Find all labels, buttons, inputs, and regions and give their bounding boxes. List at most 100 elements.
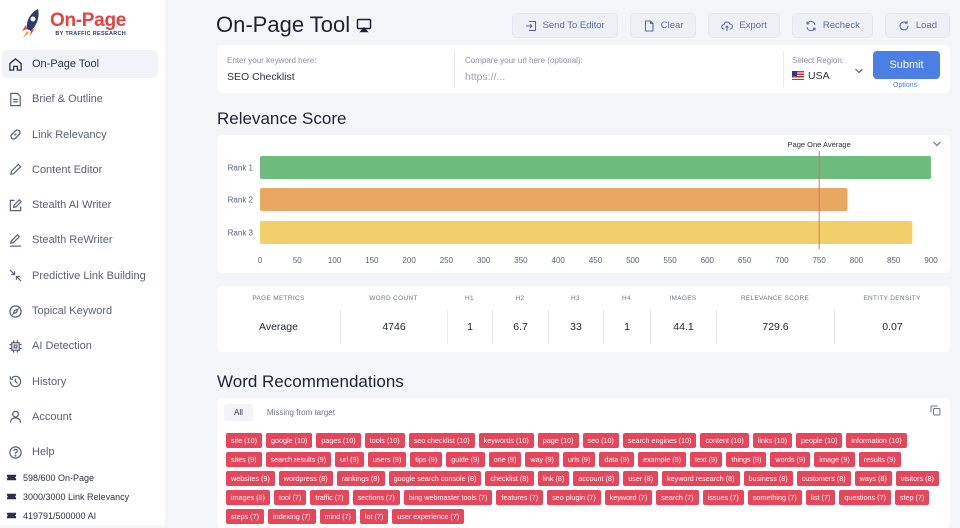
word-tag[interactable]: tools (10) <box>364 433 405 448</box>
word-tag[interactable]: site (10) <box>226 433 262 448</box>
word-tag[interactable]: search (7) <box>656 490 699 505</box>
word-tag[interactable]: keyword (7) <box>604 490 653 505</box>
chevron-down-icon[interactable] <box>932 140 942 148</box>
word-tag[interactable]: urls (9) <box>562 452 596 467</box>
word-tag[interactable]: indexing (7) <box>267 509 316 524</box>
word-tag[interactable]: user experience (7) <box>392 509 465 524</box>
sidebar-item-label: Brief & Outline <box>32 93 103 106</box>
metrics-header-cell: H4 <box>622 294 631 302</box>
word-tag[interactable]: people (10) <box>795 433 843 448</box>
word-tag[interactable]: websites (9) <box>226 471 275 486</box>
sidebar-item-predictive-link-building[interactable]: Predictive Link Building <box>2 262 158 290</box>
word-tag[interactable]: features (7) <box>496 490 544 505</box>
sidebar-item-content-editor[interactable]: Content Editor <box>2 156 158 184</box>
word-tag[interactable]: questions (7) <box>839 490 891 505</box>
word-tag[interactable]: mind (7) <box>319 509 356 524</box>
bar-label: Rank 3 <box>228 229 254 238</box>
copy-icon[interactable] <box>930 405 941 416</box>
word-tag[interactable]: user (8) <box>623 471 659 486</box>
word-tag[interactable]: keyword research (8) <box>662 471 740 486</box>
word-tag[interactable]: something (7) <box>747 490 802 505</box>
x-tick-label: 250 <box>440 256 454 265</box>
sidebar-item-stealth-ai-writer[interactable]: Stealth AI Writer <box>2 191 158 219</box>
clear-button[interactable]: Clear <box>629 13 697 38</box>
sidebar-item-history[interactable]: History <box>2 368 158 396</box>
url-input[interactable]: https://... <box>465 71 775 83</box>
metrics-header-cell: H1 <box>465 294 474 302</box>
sidebar-item-help[interactable]: Help <box>2 438 158 466</box>
word-tag[interactable]: tips (9) <box>410 452 443 467</box>
word-tag[interactable]: images (8) <box>226 490 270 505</box>
word-tag[interactable]: customers (8) <box>796 471 851 486</box>
options-link[interactable]: Options <box>893 82 917 89</box>
word-tag[interactable]: example (9) <box>638 452 687 467</box>
sidebar-nav: On-Page Tool Brief & Outline Link Releva… <box>0 50 165 466</box>
word-tag[interactable]: results (9) <box>858 452 901 467</box>
region-select[interactable]: Select Region: USA <box>784 45 866 93</box>
word-tag[interactable]: search engines (10) <box>622 433 697 448</box>
sidebar-item-link-relevancy[interactable]: Link Relevancy <box>2 121 158 149</box>
send-to-editor-button[interactable]: Send To Editor <box>511 13 618 38</box>
word-tag[interactable]: lot (7) <box>359 509 389 524</box>
word-tag[interactable]: words (9) <box>770 452 811 467</box>
word-tag[interactable]: list (7) <box>805 490 836 505</box>
word-tag[interactable]: one (9) <box>488 452 522 467</box>
word-tag[interactable]: seo plugin (7) <box>547 490 601 505</box>
export-button[interactable]: Export <box>708 13 780 38</box>
tab-missing-from-target[interactable]: Missing from target <box>257 404 345 421</box>
cast-icon[interactable] <box>356 17 372 33</box>
word-tag[interactable]: url (9) <box>335 452 364 467</box>
word-tag[interactable]: search results (9) <box>265 452 332 467</box>
submit-button[interactable]: Submit <box>873 51 940 79</box>
word-tag[interactable]: tool (7) <box>273 490 307 505</box>
word-tag[interactable]: data (9) <box>599 452 635 467</box>
word-tag[interactable]: sites (9) <box>226 452 262 467</box>
word-tag[interactable]: ways (8) <box>854 471 892 486</box>
sidebar-item-account[interactable]: Account <box>2 403 158 431</box>
url-field[interactable]: Compare your url here (optional): https:… <box>455 45 783 93</box>
sidebar-item-stealth-rewriter[interactable]: Stealth ReWriter <box>2 226 158 254</box>
word-tag[interactable]: wordpress (8) <box>278 471 333 486</box>
word-tag[interactable]: content (10) <box>700 433 749 448</box>
sidebar-item-brief-outline[interactable]: Brief & Outline <box>2 85 158 113</box>
word-tag[interactable]: business (8) <box>743 471 793 486</box>
recheck-button[interactable]: Recheck <box>791 13 873 38</box>
word-tag[interactable]: sections (7) <box>352 490 400 505</box>
word-tag[interactable]: step (7) <box>894 490 930 505</box>
x-tick-label: 150 <box>365 256 379 265</box>
keyword-input[interactable]: SEO Checklist <box>227 71 446 83</box>
word-tag[interactable]: pages (10) <box>316 433 361 448</box>
word-tag[interactable]: google (10) <box>265 433 313 448</box>
word-tag[interactable]: users (9) <box>367 452 407 467</box>
word-tag[interactable]: rankings (8) <box>336 471 385 486</box>
word-tag[interactable]: guide (9) <box>446 452 485 467</box>
word-tag[interactable]: account (8) <box>573 471 620 486</box>
load-button[interactable]: Load <box>884 13 950 38</box>
word-tag[interactable]: keywords (10) <box>478 433 534 448</box>
word-tag[interactable]: way (9) <box>525 452 559 467</box>
keyword-form: Enter your keyword here: SEO Checklist C… <box>217 45 950 93</box>
word-tag[interactable]: traffic (7) <box>310 490 349 505</box>
sidebar-item-ai-detection[interactable]: AI Detection <box>2 332 158 360</box>
word-tag[interactable]: visitors (8) <box>895 471 939 486</box>
logo[interactable]: On-Page BY TRAFFIC RESEARCH <box>0 0 165 44</box>
word-tag[interactable]: checklist (8) <box>485 471 534 486</box>
word-tag[interactable]: google search console (8) <box>388 471 482 486</box>
word-tag[interactable]: page (10) <box>537 433 579 448</box>
word-tag[interactable]: seo checklist (10) <box>408 433 475 448</box>
word-tag[interactable]: steps (7) <box>226 509 264 524</box>
word-tag[interactable]: text (9) <box>690 452 723 467</box>
sidebar-item-on-page-tool[interactable]: On-Page Tool <box>2 50 158 78</box>
tab-all[interactable]: All <box>224 404 253 421</box>
sidebar-item-topical-keyword[interactable]: Topical Keyword <box>2 297 158 325</box>
word-tag[interactable]: things (9) <box>726 452 767 467</box>
word-tag[interactable]: seo (10) <box>582 433 619 448</box>
word-tag[interactable]: information (10) <box>846 433 907 448</box>
word-tag[interactable]: issues (7) <box>702 490 744 505</box>
word-tag[interactable]: links (10) <box>752 433 792 448</box>
word-tag[interactable]: link (8) <box>537 471 570 486</box>
bar-rank-2 <box>260 188 848 211</box>
word-tag[interactable]: image (9) <box>814 452 855 467</box>
keyword-field[interactable]: Enter your keyword here: SEO Checklist <box>217 45 454 93</box>
word-tag[interactable]: bing webmaster tools (7) <box>403 490 493 505</box>
